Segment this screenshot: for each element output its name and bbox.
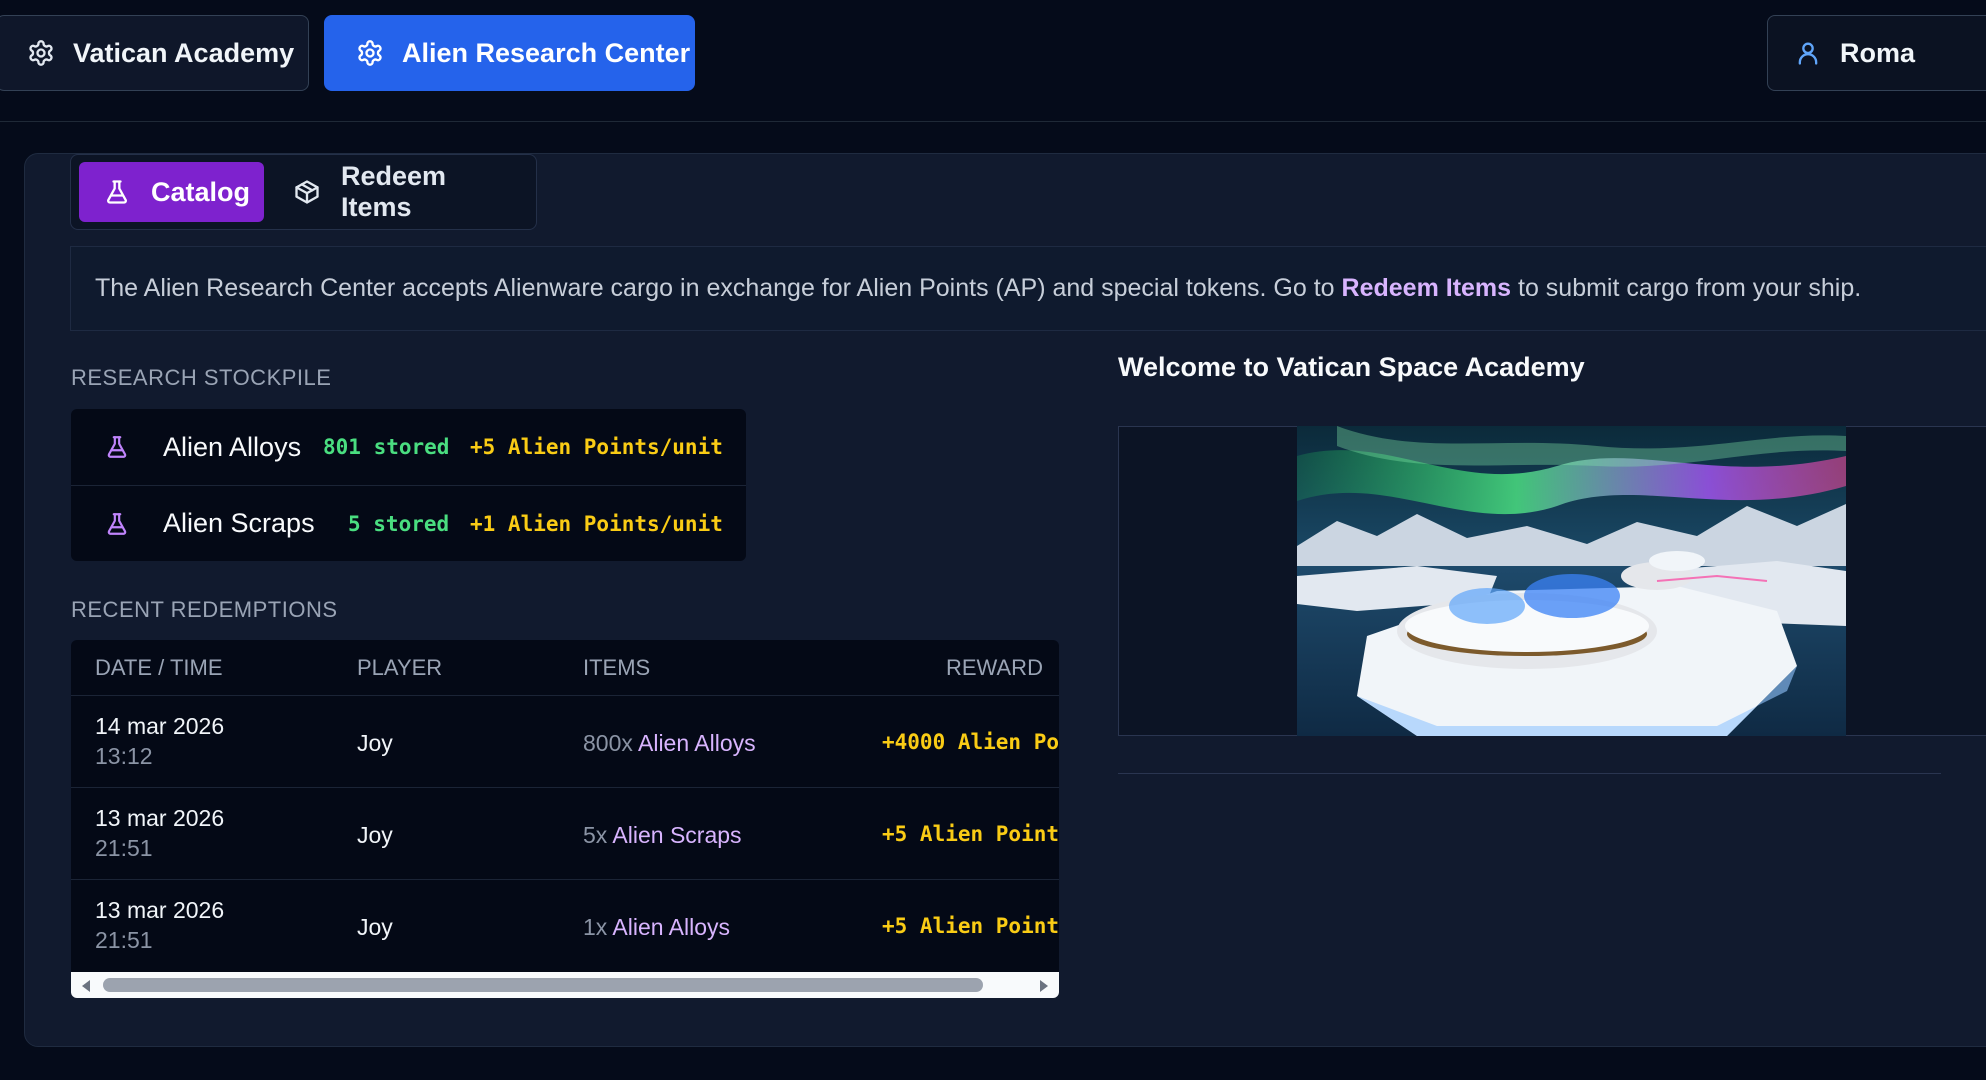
row-date: 13 mar 2026	[95, 805, 225, 831]
gear-icon	[27, 39, 55, 67]
scrollbar-thumb[interactable]	[103, 978, 983, 992]
welcome-title: Welcome to Vatican Space Academy	[1118, 352, 1585, 382]
alien-research-center-label: Alien Research Center	[402, 37, 691, 68]
row-items: 5x Alien Scraps	[583, 822, 742, 849]
research-stockpile-heading: RESEARCH STOCKPILE	[71, 365, 332, 390]
user-menu-button[interactable]: Roma	[1767, 15, 1986, 91]
horizontal-scrollbar[interactable]	[71, 972, 1059, 998]
tab-bar: Catalog Redeem Items	[70, 154, 537, 230]
tab-catalog-label: Catalog	[151, 176, 251, 207]
alien-research-center-button[interactable]: Alien Research Center	[324, 15, 695, 91]
row-player: Joy	[357, 730, 393, 756]
package-icon	[293, 178, 321, 206]
gear-icon	[356, 39, 384, 67]
user-icon	[1794, 39, 1822, 67]
stockpile-item-name: Alien Scraps	[163, 508, 315, 538]
flask-icon	[104, 509, 130, 539]
row-player: Joy	[357, 914, 393, 940]
section-divider	[1118, 773, 1941, 774]
info-banner: The Alien Research Center accepts Alienw…	[70, 246, 1986, 331]
row-items: 1x Alien Alloys	[583, 914, 730, 941]
vatican-academy-label: Vatican Academy	[73, 37, 295, 68]
row-time: 21:51	[95, 927, 153, 953]
tab-redeem-items-label: Redeem Items	[341, 161, 447, 222]
research-stockpile-list: Alien Alloys 801 stored +5 Alien Points/…	[71, 409, 746, 561]
column-header-player: PLAYER	[357, 655, 443, 680]
row-item-qty: 800x	[583, 730, 633, 756]
scroll-left-arrow-icon[interactable]	[82, 980, 90, 992]
stockpile-item-stored: 801 stored	[323, 435, 450, 459]
column-header-reward: REWARD	[946, 655, 1043, 680]
tab-catalog[interactable]: Catalog	[79, 162, 264, 222]
table-row: 14 mar 2026 13:12 Joy 800x Alien Alloys …	[71, 696, 1059, 788]
row-date: 13 mar 2026	[95, 897, 225, 923]
user-name: Roma	[1840, 37, 1916, 68]
flask-icon	[104, 432, 130, 462]
row-reward: +4000 Alien Po	[882, 730, 1059, 754]
row-time: 21:51	[95, 835, 153, 861]
info-text-before: The Alien Research Center accepts Alienw…	[95, 274, 1342, 302]
row-reward: +5 Alien Point	[882, 822, 1059, 846]
row-player: Joy	[357, 822, 393, 848]
scroll-right-arrow-icon[interactable]	[1040, 980, 1048, 992]
column-header-date-time: DATE / TIME	[95, 655, 223, 680]
recent-redemptions-heading: RECENT REDEMPTIONS	[71, 597, 338, 622]
tab-redeem-items[interactable]: Redeem Items	[283, 161, 523, 222]
stockpile-item-stored: 5 stored	[348, 511, 450, 536]
academy-aurora-image	[1297, 426, 1846, 736]
stockpile-item-rate: +5 Alien Points/unit	[470, 435, 723, 459]
row-reward: +5 Alien Point	[882, 914, 1059, 938]
flask-icon	[103, 178, 131, 206]
stockpile-item: Alien Alloys 801 stored +5 Alien Points/…	[71, 409, 746, 485]
row-item-name: Alien Alloys	[612, 914, 731, 940]
table-row: 13 mar 2026 21:51 Joy 5x Alien Scraps +5…	[71, 788, 1059, 880]
row-items: 800x Alien Alloys	[583, 730, 756, 757]
row-item-qty: 1x	[583, 914, 608, 940]
row-item-name: Alien Scraps	[612, 822, 742, 848]
info-text-after: to submit cargo from your ship.	[1511, 274, 1862, 302]
stockpile-item: Alien Scraps 5 stored +1 Alien Points/un…	[71, 485, 746, 561]
top-nav-bar: Vatican Academy Alien Research Center Ro…	[0, 0, 1986, 122]
vatican-academy-button[interactable]: Vatican Academy	[0, 15, 309, 91]
row-item-name: Alien Alloys	[638, 730, 756, 756]
table-header: DATE / TIME PLAYER ITEMS REWARD	[71, 640, 1059, 696]
row-item-qty: 5x	[583, 822, 608, 848]
redemptions-table: DATE / TIME PLAYER ITEMS REWARD 14 mar 2…	[71, 640, 1059, 998]
redeem-items-link[interactable]: Redeem Items	[1342, 274, 1512, 303]
table-row: 13 mar 2026 21:51 Joy 1x Alien Alloys +5…	[71, 880, 1059, 972]
column-header-items: ITEMS	[583, 655, 651, 680]
row-date: 14 mar 2026	[95, 713, 225, 739]
stockpile-item-name: Alien Alloys	[163, 431, 302, 462]
stockpile-item-rate: +1 Alien Points/unit	[470, 511, 723, 536]
row-time: 13:12	[95, 743, 153, 769]
